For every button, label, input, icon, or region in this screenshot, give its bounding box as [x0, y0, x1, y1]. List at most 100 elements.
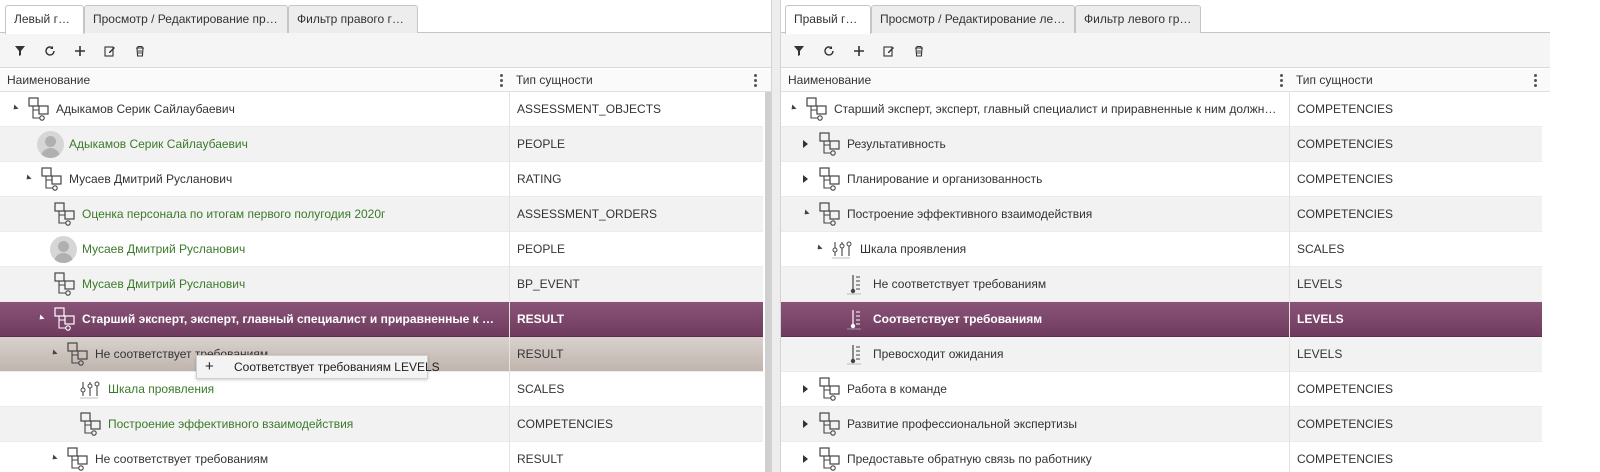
tree-row[interactable]: Соответствует требованиям LEVELS [781, 302, 1542, 337]
tree-row[interactable]: Старший эксперт, эксперт, главный специа… [0, 302, 763, 337]
refresh-button[interactable] [40, 41, 60, 61]
delete-button[interactable] [130, 41, 150, 61]
tree-row[interactable]: Построение эффективного взаимодействия CO… [781, 197, 1542, 232]
tree-row[interactable]: Адыкамов Серик Сайлаубаевич PEOPLE [0, 127, 763, 162]
tree-row[interactable]: Адыкамов Серик Сайлаубаевич ASSESSMENT_OB… [0, 92, 763, 127]
name-cell[interactable]: Построение эффективного взаимодействия [0, 407, 509, 442]
name-cell[interactable]: Превосходит ожидания [781, 337, 1289, 372]
collapse-arrow-icon[interactable] [11, 104, 19, 112]
tab-view-edit-left[interactable]: Просмотр / Редактирование левог... [871, 5, 1075, 33]
row-label[interactable]: Построение эффективного взаимодействия [108, 407, 501, 442]
filter-icon [794, 46, 804, 56]
tree-row[interactable]: Мусаев Дмитрий Русланович PEOPLE [0, 232, 763, 267]
tree-node-icon [819, 447, 840, 471]
entity-type-cell: SCALES [509, 372, 763, 407]
expand-arrow-icon[interactable] [803, 455, 808, 463]
name-cell[interactable]: Оценка персонала по итогам первого полуг… [0, 197, 509, 232]
tree-node-icon [67, 342, 88, 366]
column-header-name[interactable]: Наименование [0, 69, 509, 92]
tree-row[interactable]: Оценка персонала по итогам первого полуг… [0, 197, 763, 232]
tree-row[interactable]: Шкала проявления SCALES [781, 232, 1542, 267]
column-menu-icon[interactable] [754, 74, 757, 87]
row-label[interactable]: Адыкамов Серик Сайлаубаевич [69, 127, 501, 162]
tree-row[interactable]: Мусаев Дмитрий Русланович RATING [0, 162, 763, 197]
delete-button[interactable] [909, 41, 929, 61]
expand-arrow-icon[interactable] [803, 420, 808, 428]
entity-type-cell: PEOPLE [509, 232, 763, 267]
tab-view-edit-right[interactable]: Просмотр / Редактирование прав... [84, 5, 288, 33]
left-grid-header: Наименование Тип сущности [0, 69, 771, 92]
tree-row[interactable]: Старший эксперт, эксперт, главный специа… [781, 92, 1542, 127]
pane-splitter[interactable] [771, 0, 781, 472]
refresh-button[interactable] [819, 41, 839, 61]
name-cell[interactable]: Работа в команде [781, 372, 1289, 407]
filter-button[interactable] [10, 41, 30, 61]
tree-row[interactable]: Превосходит ожидания LEVELS [781, 337, 1542, 372]
name-cell[interactable]: Старший эксперт, эксперт, главный специа… [781, 92, 1289, 127]
column-menu-icon[interactable] [1534, 74, 1537, 87]
column-menu-icon[interactable] [1280, 74, 1283, 87]
tree-row[interactable]: Построение эффективного взаимодействия CO… [0, 407, 763, 442]
tree-row[interactable]: Работа в команде COMPETENCIES [781, 372, 1542, 407]
column-header-type[interactable]: Тип сущности [1289, 69, 1543, 92]
entity-type-cell: COMPETENCIES [1289, 407, 1542, 442]
entity-type-cell: SCALES [1289, 232, 1542, 267]
row-label[interactable]: Мусаев Дмитрий Русланович [82, 232, 501, 267]
name-cell[interactable]: Старший эксперт, эксперт, главный специа… [0, 302, 509, 337]
drag-tooltip: + Соответствует требованиям LEVELS [196, 355, 440, 379]
name-cell[interactable]: Мусаев Дмитрий Русланович [0, 162, 509, 197]
name-cell[interactable]: Результативность [781, 127, 1289, 162]
tree-node-icon [80, 412, 101, 436]
name-cell[interactable]: Не соответствует требованиям [781, 267, 1289, 302]
row-label: Предоставьте обратную связь по работнику [847, 452, 1092, 466]
column-menu-icon[interactable] [500, 74, 503, 87]
right-tabbar: Правый грид Просмотр / Редактирование ле… [781, 0, 1550, 34]
tree-node-icon [819, 202, 840, 226]
edit-button[interactable] [100, 41, 120, 61]
expand-arrow-icon[interactable] [803, 385, 808, 393]
name-cell[interactable]: Адыкамов Серик Сайлаубаевич [0, 127, 509, 162]
tab-right-grid[interactable]: Правый грид [785, 5, 871, 34]
name-cell[interactable]: Предоставьте обратную связь по работнику [781, 442, 1289, 472]
row-label: Старший эксперт, эксперт, главный специа… [82, 312, 501, 326]
row-label: Превосходит ожидания [873, 347, 1004, 361]
name-cell[interactable]: Адыкамов Серик Сайлаубаевич [0, 92, 509, 127]
collapse-arrow-icon[interactable] [815, 244, 823, 252]
tab-left-grid[interactable]: Левый грид [5, 5, 84, 34]
row-label: Планирование и организованность [847, 172, 1043, 186]
collapse-arrow-icon[interactable] [37, 314, 45, 322]
expand-arrow-icon[interactable] [803, 140, 808, 148]
add-button[interactable] [849, 41, 869, 61]
collapse-arrow-icon[interactable] [24, 174, 32, 182]
row-label[interactable]: Оценка персонала по итогам первого полуг… [82, 197, 501, 232]
row-label[interactable]: Мусаев Дмитрий Русланович [82, 267, 501, 302]
tree-row[interactable]: Результативность COMPETENCIES [781, 127, 1542, 162]
tree-row[interactable]: Планирование и организованность COMPETENC… [781, 162, 1542, 197]
add-button[interactable] [70, 41, 90, 61]
name-cell[interactable]: Развитие профессиональной экспертизы [781, 407, 1289, 442]
tree-row[interactable]: Не соответствует требованиям RESULT [0, 442, 763, 472]
tree-row[interactable]: Развитие профессиональной экспертизы COMP… [781, 407, 1542, 442]
collapse-arrow-icon[interactable] [789, 104, 797, 112]
tab-filter-left[interactable]: Фильтр левого грида [1075, 5, 1201, 33]
name-cell[interactable]: Планирование и организованность [781, 162, 1289, 197]
tree-row[interactable]: Мусаев Дмитрий Русланович BP_EVENT [0, 267, 763, 302]
column-header-type[interactable]: Тип сущности [509, 69, 763, 92]
expand-arrow-icon[interactable] [803, 175, 808, 183]
filter-button[interactable] [789, 41, 809, 61]
name-cell[interactable]: Построение эффективного взаимодействия [781, 197, 1289, 232]
collapse-arrow-icon[interactable] [802, 209, 810, 217]
name-cell[interactable]: Мусаев Дмитрий Русланович [0, 232, 509, 267]
name-cell[interactable]: Шкала проявления [781, 232, 1289, 267]
edit-button[interactable] [879, 41, 899, 61]
tree-row[interactable]: Предоставьте обратную связь по работнику… [781, 442, 1542, 472]
collapse-arrow-icon[interactable] [50, 349, 58, 357]
tree-row[interactable]: Не соответствует требованиям LEVELS [781, 267, 1542, 302]
name-cell[interactable]: Мусаев Дмитрий Русланович [0, 267, 509, 302]
column-header-name[interactable]: Наименование [781, 69, 1289, 92]
name-cell[interactable]: Не соответствует требованиям [0, 442, 509, 472]
tab-filter-right[interactable]: Фильтр правого грида [288, 5, 418, 33]
collapse-arrow-icon[interactable] [50, 454, 58, 462]
name-cell[interactable]: Соответствует требованиям [781, 302, 1289, 337]
splitter-grip-icon[interactable] [774, 346, 778, 376]
